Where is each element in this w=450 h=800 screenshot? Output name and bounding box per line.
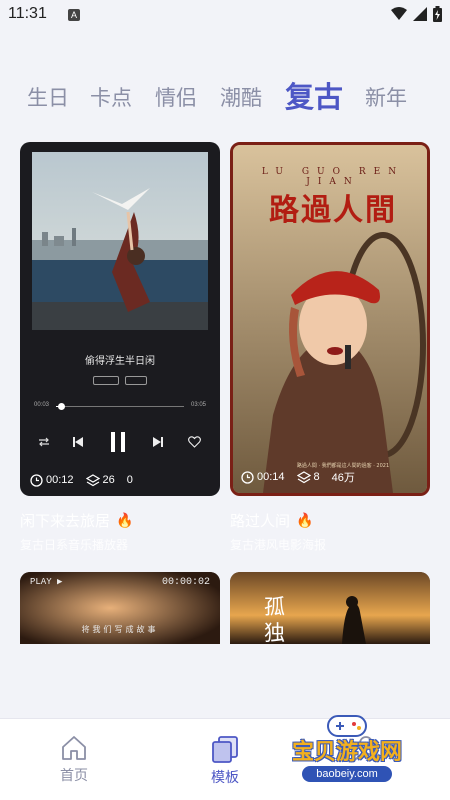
layers-value: 8: [313, 471, 320, 483]
clock-icon: [241, 470, 254, 484]
nav-home-label: 首页: [60, 768, 88, 784]
sunset-preview: [230, 572, 430, 644]
layers-icon: [85, 473, 100, 486]
template-title[interactable]: 路过人间 🔥: [230, 510, 313, 531]
templates-icon: [212, 736, 238, 763]
template-stats: 00:12 26 0: [30, 472, 210, 488]
vhs-lyric: 将我们写成故事: [81, 625, 159, 634]
previous-icon: [72, 430, 84, 454]
template-preview-photo: [32, 152, 208, 330]
status-time: 11:31: [8, 5, 47, 22]
template-title-text: 闲下来去旅居: [20, 512, 111, 530]
template-title[interactable]: 闲下来去旅居 🔥: [20, 510, 133, 531]
layers-icon: [296, 470, 311, 483]
template-title-text: 路过人间: [230, 512, 291, 530]
layers-value: 26: [102, 474, 115, 486]
vhs-timecode: 00:00:02: [161, 577, 210, 588]
watermark-text: 宝贝游戏网: [291, 740, 402, 765]
vhs-play-label: PLAY ▶: [30, 577, 63, 587]
uses-value: 0: [126, 474, 133, 486]
category-tabs: 生日 卡点 情侣 潮酷 复古 新年: [0, 72, 450, 122]
template-card-vhs[interactable]: PLAY ▶ 00:00:02 将我们写成故事: [20, 572, 220, 644]
battery-icon: [433, 6, 442, 22]
time-start: 00:03: [34, 402, 50, 408]
status-bar: 11:31 A: [0, 0, 450, 32]
player-mode-pills: [20, 376, 220, 385]
status-icons: [391, 6, 442, 22]
repeat-icon: [38, 430, 50, 454]
template-subtitle: 复古港风电影海报: [230, 538, 327, 552]
template-subtitle: 复古日系音乐播放器: [20, 538, 129, 552]
tab-new-year[interactable]: 新年: [365, 82, 407, 112]
next-icon: [152, 430, 164, 454]
tab-retro[interactable]: 复古: [285, 74, 343, 116]
template-card-sunset[interactable]: 孤独: [230, 572, 430, 644]
hot-icon: 🔥: [296, 512, 314, 529]
template-card-retro-poster[interactable]: LU GUO REN JIAN 路過人間 路過人間 · 我們都是這人間的過客 ·…: [230, 142, 430, 496]
tab-cool[interactable]: 潮酷: [220, 82, 262, 112]
duration-value: 00:14: [257, 471, 285, 483]
watermark-url: baobeiy.com: [302, 766, 392, 782]
tab-beat[interactable]: 卡点: [90, 82, 132, 112]
signal-icon: [413, 7, 427, 21]
poster-chinese-title: 路過人間: [269, 193, 397, 228]
tab-birthday[interactable]: 生日: [27, 82, 69, 112]
mode-pill: [93, 376, 119, 385]
progress-bar: [56, 403, 184, 410]
pause-icon: [108, 430, 128, 454]
nav-templates-label: 模板: [211, 770, 239, 786]
nav-home[interactable]: 首页: [44, 735, 104, 785]
home-icon: [62, 736, 86, 760]
nav-templates[interactable]: 模板: [195, 735, 255, 787]
tab-couple[interactable]: 情侣: [155, 82, 197, 112]
template-stats: 00:14 8 46万: [241, 469, 417, 485]
progress-knob: [58, 403, 66, 410]
clock-icon: [30, 473, 43, 487]
poster-english-title: LU GUO REN JIAN: [261, 167, 405, 187]
wifi-icon: [391, 7, 407, 20]
duration-value: 00:12: [46, 474, 74, 486]
notification-icon: A: [68, 9, 80, 21]
heart-icon: [188, 430, 201, 454]
template-card-music-player[interactable]: 偷得浮生半日闲 00:03 03:05 00:12 26 0: [20, 142, 220, 496]
song-title: 偷得浮生半日闲: [85, 356, 155, 367]
hot-icon: 🔥: [116, 512, 134, 529]
player-controls: [20, 430, 220, 454]
mode-pill: [125, 376, 147, 385]
site-watermark: 宝贝游戏网 baobeiy.com: [276, 712, 418, 796]
sunset-big-text: 孤独: [264, 595, 285, 644]
uses-value: 46万: [331, 472, 355, 484]
time-end: 03:05: [190, 402, 206, 408]
